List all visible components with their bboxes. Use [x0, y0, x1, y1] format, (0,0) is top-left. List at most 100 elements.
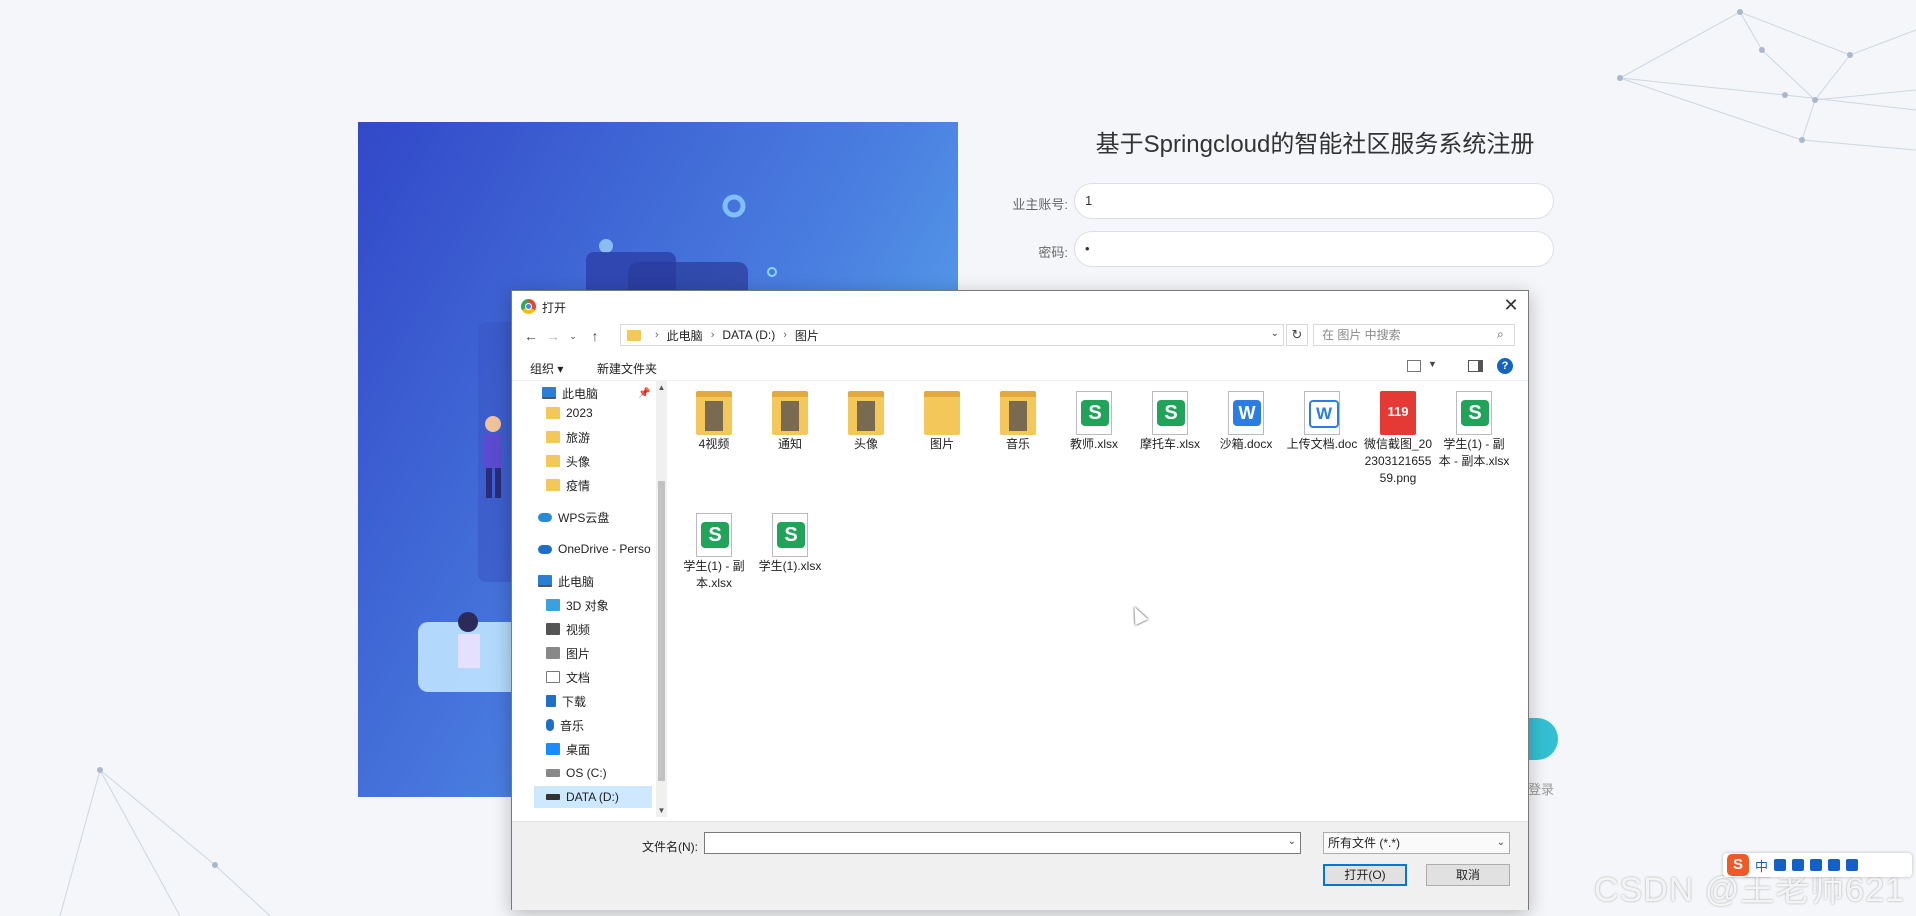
nav-label: 音乐: [560, 718, 585, 733]
nav-item-travel[interactable]: 旅游: [546, 426, 590, 448]
close-button[interactable]: ✕: [1494, 291, 1528, 319]
navigation-bar: ← → ⌄ ↑ › 此电脑 › DATA (D:) › 图片 ⌄ ↻ 在 图片 …: [512, 324, 1528, 350]
help-icon[interactable]: ?: [1497, 358, 1513, 374]
nav-item-downloads[interactable]: 下载: [546, 690, 586, 712]
scrollbar-thumb[interactable]: [658, 481, 665, 781]
nav-item-music[interactable]: 音乐: [546, 714, 584, 736]
file-item[interactable]: 4视频: [678, 391, 750, 453]
account-input[interactable]: 1: [1074, 183, 1554, 219]
3d-objects-icon: [546, 599, 560, 611]
file-item[interactable]: 图片: [906, 391, 978, 453]
password-input[interactable]: •: [1074, 231, 1554, 267]
search-input[interactable]: 在 图片 中搜索: [1313, 324, 1515, 346]
skin-icon[interactable]: [1828, 859, 1841, 871]
back-arrow-icon[interactable]: ←: [522, 326, 540, 346]
nav-item-onedrive[interactable]: OneDrive - Perso: [538, 538, 651, 560]
file-item[interactable]: 头像: [830, 391, 902, 453]
file-item[interactable]: 学生(1) - 副本 - 副本.xlsx: [1438, 391, 1510, 470]
nav-label: OneDrive - Perso: [558, 542, 651, 556]
nav-item-avatar[interactable]: 头像: [546, 450, 590, 472]
nav-item-this-pc[interactable]: 此电脑: [538, 570, 594, 592]
nav-item-this-pc-quick[interactable]: 此电脑: [542, 382, 598, 404]
computer-icon: [538, 575, 552, 587]
login-link[interactable]: 登录: [1528, 779, 1554, 798]
microphone-icon[interactable]: [1792, 859, 1805, 871]
nav-item-pictures[interactable]: 图片: [546, 642, 590, 664]
breadcrumb-pictures[interactable]: 图片: [795, 327, 819, 344]
nav-item-desktop[interactable]: 桌面: [546, 738, 590, 760]
nav-item-documents[interactable]: 文档: [546, 666, 590, 688]
file-name: 微信截图_20230312165559.png: [1363, 437, 1433, 485]
chevron-down-icon[interactable]: ⌄: [1288, 836, 1296, 847]
file-item[interactable]: 学生(1) - 副本.xlsx: [678, 513, 750, 592]
chevron-down-icon[interactable]: ⌄: [1271, 328, 1279, 339]
up-arrow-icon[interactable]: ↑: [586, 326, 604, 346]
file-item[interactable]: 沙箱.docx: [1210, 391, 1282, 453]
file-item[interactable]: 学生(1).xlsx: [754, 513, 826, 575]
folder-icon: [772, 391, 808, 435]
ime-toolbar[interactable]: S 中: [1723, 853, 1912, 877]
breadcrumb-data-d[interactable]: DATA (D:): [722, 328, 775, 342]
preview-pane-icon[interactable]: [1468, 360, 1483, 372]
nav-scrollbar[interactable]: ▲ ▼: [656, 381, 667, 817]
file-item[interactable]: 上传文档.doc: [1286, 391, 1358, 453]
download-icon: [546, 695, 556, 707]
recent-chevron-icon[interactable]: ⌄: [564, 326, 582, 346]
file-item[interactable]: 音乐: [982, 391, 1054, 453]
nav-item-2023[interactable]: 2023: [546, 402, 593, 424]
refresh-icon[interactable]: ↻: [1286, 324, 1308, 346]
chevron-down-icon[interactable]: ▼: [1428, 359, 1437, 369]
folder-icon: [848, 391, 884, 435]
filename-input[interactable]: ⌄: [704, 832, 1301, 854]
folder-icon: [546, 455, 560, 467]
filetype-value: 所有文件 (*.*): [1328, 836, 1401, 850]
folder-icon: [546, 479, 560, 491]
computer-icon: [542, 387, 556, 399]
filename-label: 文件名(N):: [642, 840, 698, 854]
nav-label: 下载: [562, 694, 587, 709]
nav-label: 头像: [566, 454, 591, 469]
file-name: 音乐: [1005, 437, 1030, 451]
chrome-icon: [521, 299, 536, 314]
folder-icon: [1000, 391, 1036, 435]
open-button[interactable]: 打开(O): [1323, 864, 1407, 886]
file-name: 学生(1) - 副本 - 副本.xlsx: [1438, 437, 1510, 468]
nav-label: 桌面: [566, 742, 591, 757]
word-document-icon: [1304, 391, 1340, 435]
punctuation-icon[interactable]: [1774, 859, 1787, 871]
view-mode-icon[interactable]: [1407, 360, 1421, 372]
organize-menu[interactable]: 组织 ▾: [530, 360, 563, 377]
nav-item-data-d[interactable]: DATA (D:): [534, 786, 652, 808]
nav-item-os-c[interactable]: OS (C:): [546, 762, 607, 784]
nav-item-wps-cloud[interactable]: WPS云盘: [538, 506, 609, 528]
file-item[interactable]: 摩托车.xlsx: [1134, 391, 1206, 453]
scroll-down-icon[interactable]: ▼: [656, 806, 667, 815]
scroll-up-icon[interactable]: ▲: [656, 383, 667, 392]
address-bar[interactable]: › 此电脑 › DATA (D:) › 图片 ⌄: [620, 324, 1284, 346]
music-icon: [546, 719, 554, 731]
forward-arrow-icon[interactable]: →: [544, 326, 562, 346]
breadcrumb-this-pc[interactable]: 此电脑: [667, 327, 703, 344]
keyboard-icon[interactable]: [1810, 859, 1823, 871]
cancel-button[interactable]: 取消: [1426, 864, 1510, 886]
ime-mode[interactable]: 中: [1755, 856, 1768, 875]
file-item[interactable]: 通知: [754, 391, 826, 453]
spreadsheet-icon: [772, 513, 808, 557]
navigation-pane: 此电脑 📌 2023 旅游 头像 疫情 WPS云盘 OneDrive - Per…: [512, 381, 667, 821]
nav-item-3d-objects[interactable]: 3D 对象: [546, 594, 609, 616]
file-name: 头像: [853, 437, 878, 451]
nav-label: 疫情: [566, 478, 591, 493]
nav-label: 旅游: [566, 430, 591, 445]
nav-item-epidemic[interactable]: 疫情: [546, 474, 590, 496]
file-item[interactable]: 教师.xlsx: [1058, 391, 1130, 453]
new-folder-button[interactable]: 新建文件夹: [597, 360, 657, 377]
toolbox-icon[interactable]: [1846, 859, 1859, 871]
password-label: 密码:: [1038, 245, 1068, 260]
nav-item-videos[interactable]: 视频: [546, 618, 590, 640]
search-icon[interactable]: ⌕: [1497, 327, 1504, 342]
document-icon: [546, 671, 560, 683]
file-item[interactable]: 微信截图_20230312165559.png: [1362, 391, 1434, 487]
filetype-select[interactable]: 所有文件 (*.*) ⌄: [1323, 832, 1510, 854]
file-name: 4视频: [698, 437, 730, 451]
dialog-titlebar[interactable]: 打开 ✕: [512, 291, 1528, 321]
